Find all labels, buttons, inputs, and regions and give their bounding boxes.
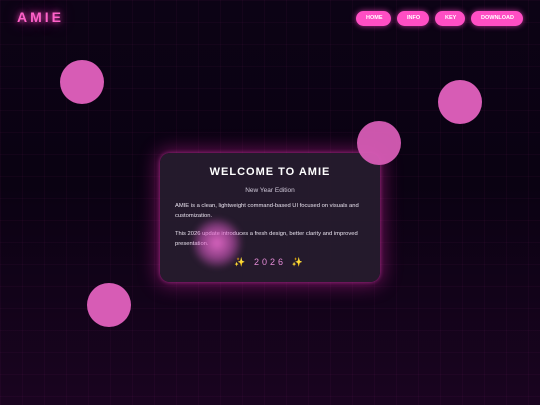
floating-bubble-4 — [87, 283, 131, 327]
card-subtitle: New Year Edition — [245, 187, 295, 194]
top-nav: HOME INFO KEY DOWNLOAD — [356, 11, 523, 26]
nav-info-button[interactable]: INFO — [397, 11, 429, 26]
floating-bubble-1 — [60, 60, 104, 104]
year-label: 2026 — [253, 257, 287, 267]
floating-bubble-2 — [438, 80, 482, 124]
card-title: WELCOME TO AMIE — [209, 166, 331, 178]
nav-key-button[interactable]: KEY — [435, 11, 465, 26]
nav-home-button[interactable]: HOME — [356, 11, 391, 26]
welcome-card: WELCOME TO AMIE New Year Edition AMIE is… — [160, 153, 380, 282]
floating-bubble-3 — [357, 121, 401, 165]
glow-bubble — [192, 218, 242, 268]
brand-logo[interactable]: AMIE — [17, 9, 64, 25]
card-description: AMIE is a clean, lightweight command-bas… — [175, 203, 359, 219]
sparkle-icon: ✨ — [291, 257, 306, 267]
nav-download-button[interactable]: DOWNLOAD — [471, 11, 523, 26]
